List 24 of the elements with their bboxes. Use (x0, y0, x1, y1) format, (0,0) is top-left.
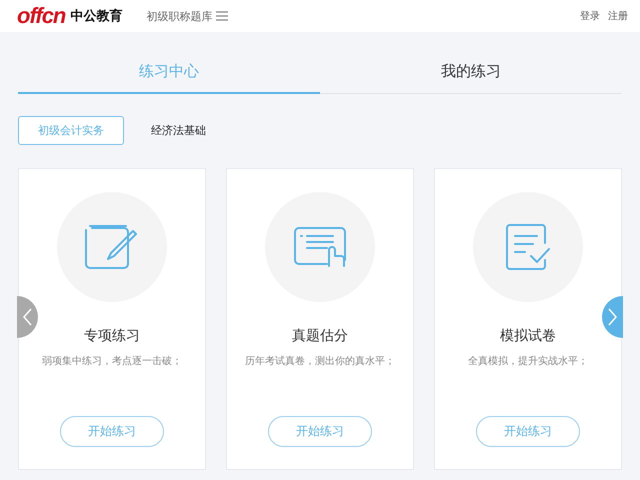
chevron-right-icon (608, 308, 617, 326)
category-label: 初级职称题库 (146, 8, 212, 24)
menu-icon[interactable] (216, 11, 228, 21)
brand-name: 中公教育 (70, 8, 122, 25)
start-button[interactable]: 开始练习 (268, 416, 372, 447)
notebook-pencil-icon (84, 224, 140, 270)
header-link[interactable]: 注册 (608, 9, 628, 23)
start-button[interactable]: 开始练习 (60, 416, 164, 447)
document-check-icon (505, 223, 551, 271)
document-hand-icon (293, 226, 347, 268)
card-title: 专项练习 (84, 327, 140, 345)
chevron-left-icon (23, 308, 32, 326)
card-description: 历年考试真卷，测出你的真水平； (245, 354, 395, 368)
card-title: 模拟试卷 (500, 327, 556, 345)
start-button[interactable]: 开始练习 (476, 416, 580, 447)
card-description: 全真模拟，提升实战水平； (468, 354, 588, 368)
tab[interactable]: 我的练习 (320, 52, 622, 94)
card-title: 真题估分 (292, 327, 348, 345)
card-description: 弱项集中练习，考点逐一击破； (42, 354, 182, 368)
logo: offcn (17, 3, 66, 29)
tab[interactable]: 练习中心 (18, 52, 320, 94)
subject-tab[interactable]: 经济法基础 (148, 116, 209, 145)
subject-tab[interactable]: 初级会计实务 (18, 116, 124, 145)
header-link[interactable]: 登录 (580, 9, 600, 23)
